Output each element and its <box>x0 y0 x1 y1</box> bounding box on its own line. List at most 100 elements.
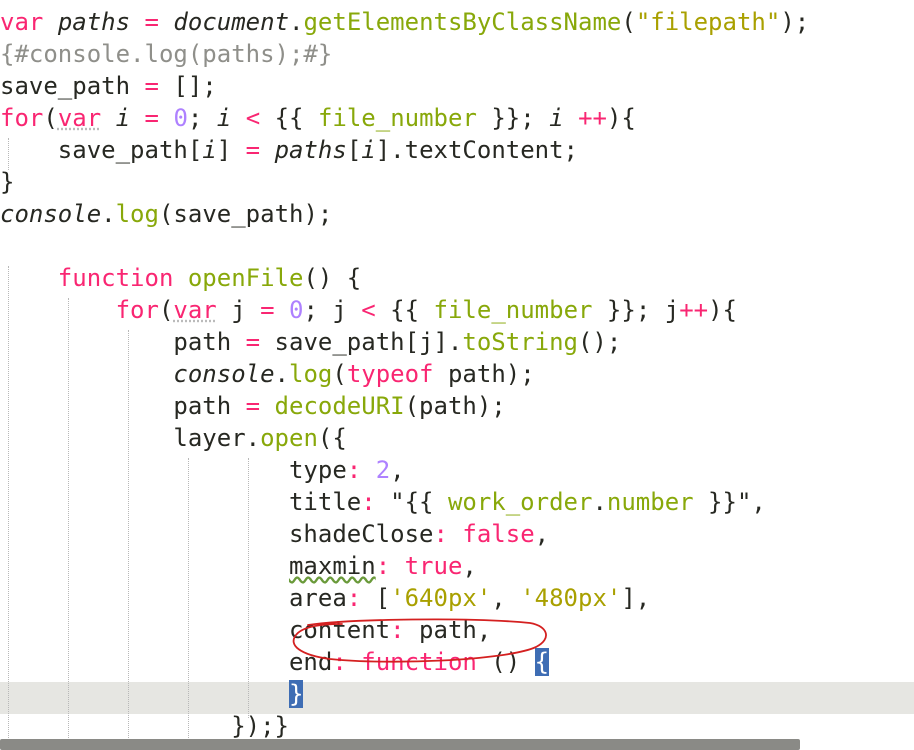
code-token: : <box>375 552 391 580</box>
code-line[interactable]: } <box>0 678 304 710</box>
code-token: } <box>288 680 304 708</box>
code-token: < <box>361 296 376 324</box>
code-token: save_path <box>0 72 145 100</box>
code-line[interactable]: for(var i = 0; i < {{ file_number }}; i … <box>0 102 636 134</box>
code-token: ++ <box>578 104 607 132</box>
code-token: i <box>361 136 376 164</box>
code-token: content <box>0 616 391 644</box>
horizontal-scrollbar[interactable] <box>0 739 800 750</box>
code-token: getElementsByClassName <box>303 8 622 36</box>
code-token: file_number <box>433 296 593 324</box>
code-token: openFile <box>187 264 304 292</box>
code-token: = <box>245 392 261 420</box>
code-line[interactable]: for(var j = 0; j < {{ file_number }}; j+… <box>0 294 737 326</box>
code-token: decodeURI <box>274 392 405 420</box>
code-line[interactable]: console.log(typeof path); <box>0 358 534 390</box>
code-token: typeof <box>346 360 434 388</box>
code-editor[interactable]: var paths = document.getElementsByClassN… <box>0 0 914 750</box>
code-line[interactable]: path = save_path[j].toString(); <box>0 326 621 358</box>
code-token: : <box>361 488 376 516</box>
code-token: {#console.log(paths);#} <box>0 40 333 68</box>
code-token: ++ <box>679 296 709 324</box>
code-token: for <box>115 296 159 324</box>
code-token: = <box>245 136 261 164</box>
code-token: save_path[ <box>0 136 203 164</box>
code-token: layer. <box>0 424 261 452</box>
code-token: log <box>289 360 333 388</box>
code-line[interactable]: });} <box>0 710 289 742</box>
code-token: i <box>216 104 232 132</box>
code-token: ){ <box>606 104 636 132</box>
code-token: type <box>0 456 347 484</box>
code-token: });} <box>231 712 289 740</box>
code-line[interactable]: {#console.log(paths);#} <box>0 38 332 70</box>
code-token: var <box>57 104 102 132</box>
code-token: . <box>274 360 289 388</box>
code-token: }}; j <box>592 296 680 324</box>
code-token: area <box>0 584 347 612</box>
code-token: . <box>592 488 607 516</box>
code-line[interactable]: function openFile() { <box>0 262 361 294</box>
code-token: []; <box>158 72 217 100</box>
code-token: ].textContent; <box>375 136 579 164</box>
code-token: ({ <box>317 424 347 452</box>
code-token: : <box>332 648 347 676</box>
code-token: end <box>0 648 333 676</box>
code-token: paths <box>274 136 347 164</box>
code-line[interactable]: } <box>0 166 14 198</box>
code-token: path <box>0 328 246 356</box>
code-token: (save_path); <box>158 200 333 228</box>
code-line[interactable]: area: ['640px', '480px'], <box>0 582 650 614</box>
code-token: ; <box>187 104 217 132</box>
code-line[interactable]: save_path[i] = paths[i].textContent; <box>0 134 578 166</box>
code-line[interactable]: type: 2, <box>0 454 405 486</box>
code-line[interactable]: shadeClose: false, <box>0 518 549 550</box>
code-token: { <box>534 648 550 676</box>
code-token: console <box>173 360 275 388</box>
code-line[interactable]: save_path = []; <box>0 70 217 102</box>
code-token: true <box>404 552 463 580</box>
code-token: ); <box>780 8 810 36</box>
code-token: [ <box>361 584 391 612</box>
code-token: var <box>0 8 44 36</box>
code-line[interactable]: path = decodeURI(path); <box>0 390 505 422</box>
code-token: = <box>144 72 159 100</box>
code-token: () { <box>303 264 362 292</box>
code-token: i <box>549 104 564 132</box>
code-token: shadeClose <box>0 520 434 548</box>
code-line[interactable]: layer.open({ <box>0 422 347 454</box>
code-line[interactable]: content: path, <box>0 614 491 646</box>
code-token: : <box>346 584 362 612</box>
code-line[interactable]: var paths = document.getElementsByClassN… <box>0 6 809 38</box>
code-line[interactable]: maxmin: true, <box>0 550 477 582</box>
code-line[interactable]: end: function () { <box>0 646 550 678</box>
code-token: {{ <box>375 296 434 324</box>
code-token: ( <box>621 8 636 36</box>
code-token: , <box>534 520 550 548</box>
code-line[interactable]: title: "{{ work_order.number }}", <box>0 486 766 518</box>
code-token: (); <box>577 328 622 356</box>
code-token: maxmin <box>288 552 376 580</box>
code-token: false <box>462 520 535 548</box>
code-token: [ <box>346 136 362 164</box>
code-token: var <box>173 296 217 324</box>
code-token: () <box>476 648 535 676</box>
code-token: "filepath" <box>635 8 781 36</box>
code-token: . <box>101 200 116 228</box>
code-line[interactable]: console.log(save_path); <box>0 198 332 230</box>
